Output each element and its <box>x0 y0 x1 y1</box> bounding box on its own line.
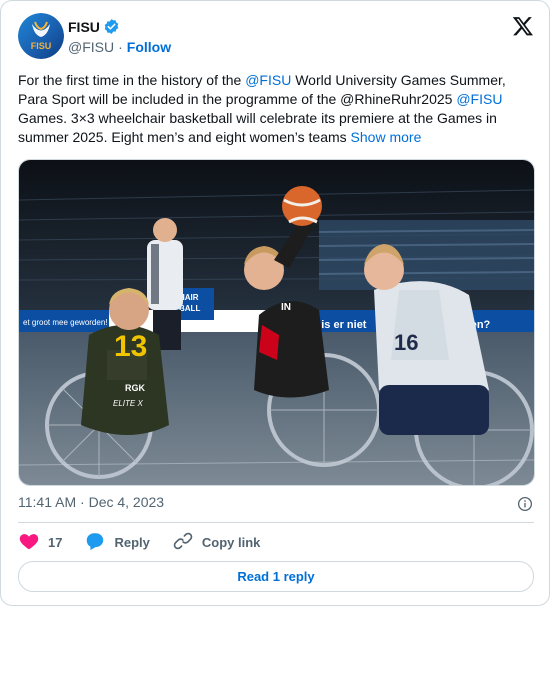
tweet-text-segment: Games. 3×3 wheelchair basketball will ce… <box>18 110 497 145</box>
tweet-text-segment: For the first time in the history of the <box>18 72 246 88</box>
action-bar: 17 Reply Copy link <box>18 530 282 554</box>
timestamp-separator: · <box>80 494 85 510</box>
info-icon[interactable] <box>516 495 534 513</box>
timestamp-date[interactable]: Dec 4, 2023 <box>89 494 165 510</box>
like-count: 17 <box>48 534 63 550</box>
show-more-link[interactable]: Show more <box>351 129 422 145</box>
handle[interactable]: @FISU <box>68 39 114 55</box>
mention-link[interactable]: @FISU <box>245 72 291 88</box>
mention-link[interactable]: @FISU <box>456 91 502 107</box>
player-shirt-text: IN <box>281 302 291 313</box>
jersey-number-front: 13 <box>114 330 147 363</box>
copy-link-label: Copy link <box>201 534 261 550</box>
tweet-card: FISU FISU @FISU · Follow For the first t… <box>0 0 550 606</box>
reply-label: Reply <box>114 534 150 550</box>
jersey-brand-2: ELITE X <box>113 399 143 408</box>
like-button[interactable]: 17 <box>18 530 62 555</box>
link-icon <box>172 530 194 555</box>
handle-separator: · <box>118 39 123 55</box>
reply-bubble-icon <box>84 530 106 555</box>
avatar[interactable]: FISU <box>18 13 64 59</box>
account-names: FISU @FISU · Follow <box>68 18 171 56</box>
timestamp-time[interactable]: 11:41 AM <box>18 494 76 510</box>
divider <box>18 522 534 523</box>
reply-button[interactable]: Reply <box>84 530 150 555</box>
read-reply-label: Read 1 reply <box>237 569 315 584</box>
display-name[interactable]: FISU <box>68 19 100 35</box>
verified-badge-icon <box>103 18 120 35</box>
tweet-text: For the first time in the history of the… <box>18 71 518 147</box>
read-reply-button[interactable]: Read 1 reply <box>18 561 534 592</box>
heart-icon <box>18 530 40 555</box>
jersey-number-right: 16 <box>394 330 418 355</box>
copy-link-button[interactable]: Copy link <box>172 530 261 555</box>
tweet-header: FISU FISU @FISU · Follow <box>18 13 534 61</box>
banner-left-text: et groot mee geworden! <box>23 318 108 327</box>
x-logo-icon[interactable] <box>512 15 534 37</box>
tweet-meta: 11:41 AM · Dec 4, 2023 <box>18 494 534 514</box>
jersey-brand: RGK <box>125 383 146 393</box>
avatar-logo-text: FISU <box>31 41 52 51</box>
follow-button[interactable]: Follow <box>127 39 171 55</box>
tweet-photo[interactable]: et groot mee geworden! HAIR BALL ie is e… <box>18 159 535 486</box>
